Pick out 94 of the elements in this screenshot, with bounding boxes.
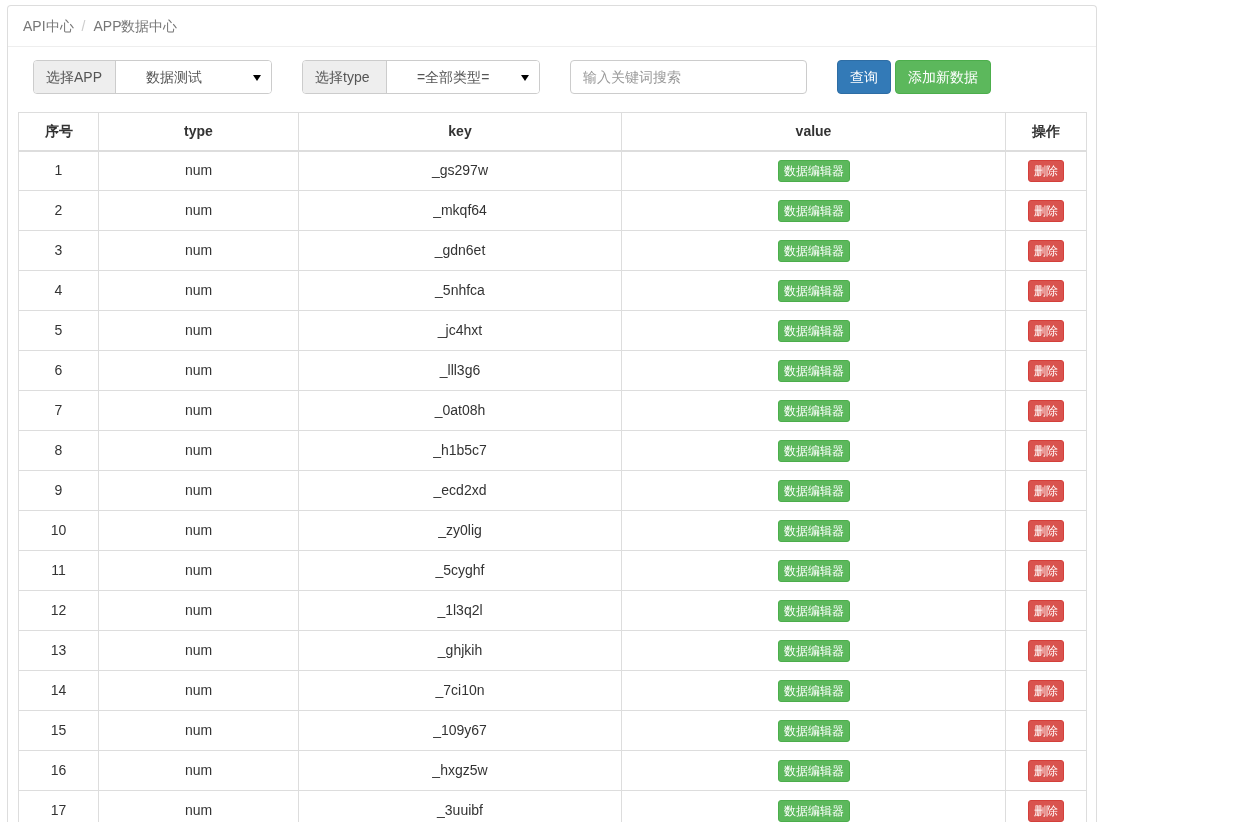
editor-button[interactable]: 数据编辑器 — [777, 519, 850, 542]
table-cell: 14 — [18, 670, 99, 711]
delete-button[interactable]: 删除 — [1028, 199, 1064, 222]
table-cell: num — [98, 470, 299, 511]
table-cell: 1 — [18, 150, 99, 191]
table-cell: 2 — [18, 190, 99, 231]
table-cell: num — [98, 750, 299, 791]
delete-button[interactable]: 删除 — [1028, 439, 1064, 462]
table-cell: num — [98, 710, 299, 751]
editor-button[interactable]: 数据编辑器 — [777, 679, 850, 702]
table-cell: _mkqf64 — [298, 190, 622, 231]
editor-button[interactable]: 数据编辑器 — [777, 639, 850, 662]
table-cell: num — [98, 230, 299, 271]
table-cell: _1l3q2l — [298, 590, 622, 631]
table-cell: num — [98, 270, 299, 311]
table-cell: 8 — [18, 430, 99, 471]
delete-button[interactable]: 删除 — [1028, 559, 1064, 582]
table-cell: num — [98, 310, 299, 351]
editor-button[interactable]: 数据编辑器 — [777, 599, 850, 622]
table-cell: 7 — [18, 390, 99, 431]
table-cell: _ghjkih — [298, 630, 622, 671]
table-cell: num — [98, 550, 299, 591]
table-cell: num — [98, 630, 299, 671]
column-header: key — [298, 112, 622, 151]
delete-button[interactable]: 删除 — [1028, 679, 1064, 702]
delete-button[interactable]: 删除 — [1028, 519, 1064, 542]
editor-button[interactable]: 数据编辑器 — [777, 279, 850, 302]
breadcrumb-item[interactable]: API中心 — [23, 15, 74, 37]
breadcrumb-item[interactable]: APP数据中心 — [93, 15, 178, 37]
editor-button[interactable]: 数据编辑器 — [777, 759, 850, 782]
table-cell: _hxgz5w — [298, 750, 622, 791]
delete-button[interactable]: 删除 — [1028, 599, 1064, 622]
delete-button[interactable]: 删除 — [1028, 479, 1064, 502]
table-cell: 17 — [18, 790, 99, 822]
table-cell: num — [98, 670, 299, 711]
column-header: type — [98, 112, 299, 151]
table-cell: 11 — [18, 550, 99, 591]
editor-button[interactable]: 数据编辑器 — [777, 439, 850, 462]
editor-button[interactable]: 数据编辑器 — [777, 319, 850, 342]
table-cell: _gs297w — [298, 150, 622, 191]
table-cell: _zy0lig — [298, 510, 622, 551]
table-cell: 15 — [18, 710, 99, 751]
table-cell: _lll3g6 — [298, 350, 622, 391]
table-cell: 13 — [18, 630, 99, 671]
table-cell: 16 — [18, 750, 99, 791]
query-button[interactable]: 查询 — [837, 60, 891, 94]
editor-button[interactable]: 数据编辑器 — [777, 559, 850, 582]
editor-button[interactable]: 数据编辑器 — [777, 479, 850, 502]
column-header: 操作 — [1005, 112, 1087, 151]
editor-button[interactable]: 数据编辑器 — [777, 399, 850, 422]
table-cell: num — [98, 190, 299, 231]
delete-button[interactable]: 删除 — [1028, 719, 1064, 742]
table-cell: _0at08h — [298, 390, 622, 431]
delete-button[interactable]: 删除 — [1028, 279, 1064, 302]
table-cell: 5 — [18, 310, 99, 351]
table-cell: _7ci10n — [298, 670, 622, 711]
delete-button[interactable]: 删除 — [1028, 399, 1064, 422]
table-cell: 4 — [18, 270, 99, 311]
delete-button[interactable]: 删除 — [1028, 799, 1064, 822]
breadcrumb-separator: / — [80, 16, 87, 36]
table-cell: _ecd2xd — [298, 470, 622, 511]
editor-button[interactable]: 数据编辑器 — [777, 239, 850, 262]
editor-button[interactable]: 数据编辑器 — [777, 359, 850, 382]
table-cell: 3 — [18, 230, 99, 271]
delete-button[interactable]: 删除 — [1028, 239, 1064, 262]
column-header: 序号 — [18, 112, 99, 151]
table-cell: _h1b5c7 — [298, 430, 622, 471]
table-cell: num — [98, 590, 299, 631]
table-cell: _5nhfca — [298, 270, 622, 311]
table-cell: _jc4hxt — [298, 310, 622, 351]
delete-button[interactable]: 删除 — [1028, 319, 1064, 342]
table-cell: 10 — [18, 510, 99, 551]
table-cell: num — [98, 150, 299, 191]
table-cell: 9 — [18, 470, 99, 511]
editor-button[interactable]: 数据编辑器 — [777, 719, 850, 742]
table-cell: num — [98, 350, 299, 391]
editor-button[interactable]: 数据编辑器 — [777, 799, 850, 822]
delete-button[interactable]: 删除 — [1028, 639, 1064, 662]
table-cell: _gdn6et — [298, 230, 622, 271]
editor-button[interactable]: 数据编辑器 — [777, 159, 850, 182]
column-header: value — [621, 112, 1006, 151]
table-cell: _109y67 — [298, 710, 622, 751]
table-cell: num — [98, 510, 299, 551]
table-cell: num — [98, 390, 299, 431]
delete-button[interactable]: 删除 — [1028, 759, 1064, 782]
delete-button[interactable]: 删除 — [1028, 359, 1064, 382]
table-cell: _5cyghf — [298, 550, 622, 591]
delete-button[interactable]: 删除 — [1028, 159, 1064, 182]
add-button[interactable]: 添加新数据 — [895, 60, 991, 94]
table-cell: num — [98, 430, 299, 471]
table-cell: 6 — [18, 350, 99, 391]
editor-button[interactable]: 数据编辑器 — [777, 199, 850, 222]
table-cell: 12 — [18, 590, 99, 631]
search-field[interactable]: 输入关键词搜索 — [570, 60, 807, 94]
